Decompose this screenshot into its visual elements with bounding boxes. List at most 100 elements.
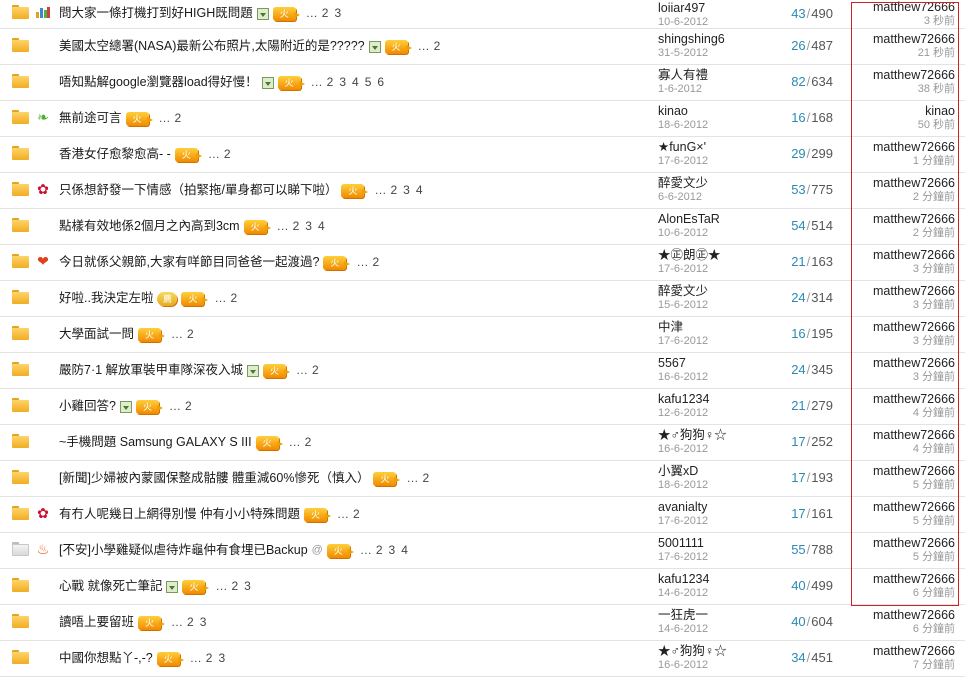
page-link[interactable]: 2 xyxy=(312,363,319,377)
page-link[interactable]: 2 xyxy=(376,543,383,557)
page-link[interactable]: 2 xyxy=(175,111,182,125)
last-post-time[interactable]: 2 分鐘前 xyxy=(845,190,955,204)
page-link[interactable]: 2 xyxy=(434,39,441,53)
author-name[interactable]: 寡人有禮 xyxy=(658,68,708,82)
author-name[interactable]: 醉愛文少 xyxy=(658,176,708,190)
thread-title-link[interactable]: 美國太空總署(NASA)最新公布照片,太陽附近的是????? xyxy=(59,39,365,53)
last-post-time[interactable]: 3 分鐘前 xyxy=(845,334,955,348)
author-name[interactable]: 醉愛文少 xyxy=(658,284,708,298)
last-post-time[interactable]: 5 分鐘前 xyxy=(845,478,955,492)
author-name[interactable]: loiiar497 xyxy=(658,1,708,15)
thread-title-link[interactable]: 讀唔上要留班 xyxy=(59,615,134,629)
last-post-time[interactable]: 3 分鐘前 xyxy=(845,298,955,312)
page-link[interactable]: 3 xyxy=(244,579,251,593)
thread-title-link[interactable]: 點樣有效地係2個月之內高到3cm xyxy=(59,219,240,233)
page-link[interactable]: 2 xyxy=(230,291,237,305)
last-post-time[interactable]: 21 秒前 xyxy=(845,46,955,60)
last-post-time[interactable]: 6 分鐘前 xyxy=(845,622,955,636)
page-link[interactable]: 4 xyxy=(352,75,359,89)
page-link[interactable]: 2 xyxy=(187,615,194,629)
last-poster-name[interactable]: matthew72666 xyxy=(845,0,955,14)
thread-title-link[interactable]: 好啦..我決定左啦 xyxy=(59,291,153,305)
page-link[interactable]: 2 xyxy=(293,219,300,233)
last-post-time[interactable]: 3 分鐘前 xyxy=(845,370,955,384)
last-post-time[interactable]: 1 分鐘前 xyxy=(845,154,955,168)
page-link[interactable]: 4 xyxy=(416,183,423,197)
page-link[interactable]: 2 xyxy=(206,651,213,665)
thread-title-link[interactable]: 有冇人呢幾日上網得別慢 仲有小小特殊問題 xyxy=(59,507,300,521)
last-post-time[interactable]: 3 分鐘前 xyxy=(845,262,955,276)
thread-title-link[interactable]: 今日就係父親節,大家有咩節目同爸爸一起渡過? xyxy=(59,255,319,269)
last-poster-name[interactable]: matthew72666 xyxy=(845,428,955,442)
page-link[interactable]: 2 xyxy=(353,507,360,521)
page-link[interactable]: 2 xyxy=(422,471,429,485)
last-poster-name[interactable]: matthew72666 xyxy=(845,284,955,298)
author-name[interactable]: kafu1234 xyxy=(658,392,709,406)
author-name[interactable]: 一狂虎一 xyxy=(658,608,708,622)
last-post-time[interactable]: 7 分鐘前 xyxy=(845,658,955,672)
last-poster-name[interactable]: matthew72666 xyxy=(845,356,955,370)
last-poster-name[interactable]: matthew72666 xyxy=(845,68,955,82)
last-poster-name[interactable]: matthew72666 xyxy=(845,176,955,190)
page-link[interactable]: 2 xyxy=(185,399,192,413)
thread-title-link[interactable]: 大學面試一問 xyxy=(59,327,134,341)
last-poster-name[interactable]: matthew72666 xyxy=(845,32,955,46)
author-name[interactable]: ★♂狗狗♀☆ xyxy=(658,428,727,442)
author-name[interactable]: ★♂狗狗♀☆ xyxy=(658,644,727,658)
last-post-time[interactable]: 2 分鐘前 xyxy=(845,226,955,240)
page-link[interactable]: 3 xyxy=(200,615,207,629)
author-name[interactable]: 5001111 xyxy=(658,536,708,550)
author-name[interactable]: 中津 xyxy=(658,320,708,334)
thread-title-link[interactable]: 無前途可言 xyxy=(59,111,122,125)
author-name[interactable]: shingshing6 xyxy=(658,32,725,46)
last-post-time[interactable]: 6 分鐘前 xyxy=(845,586,955,600)
page-link[interactable]: 2 xyxy=(305,435,312,449)
thread-title-link[interactable]: ~手機問題 Samsung GALAXY S III xyxy=(59,435,252,449)
last-post-time[interactable]: 4 分鐘前 xyxy=(845,406,955,420)
last-poster-name[interactable]: matthew72666 xyxy=(845,572,955,586)
last-poster-name[interactable]: matthew72666 xyxy=(845,140,955,154)
last-poster-name[interactable]: kinao xyxy=(845,104,955,118)
page-link[interactable]: 2 xyxy=(224,147,231,161)
page-link[interactable]: 6 xyxy=(377,75,384,89)
author-name[interactable]: avanialty xyxy=(658,500,708,514)
page-link[interactable]: 3 xyxy=(305,219,312,233)
author-name[interactable]: 5567 xyxy=(658,356,708,370)
author-name[interactable]: kafu1234 xyxy=(658,572,709,586)
last-poster-name[interactable]: matthew72666 xyxy=(845,464,955,478)
thread-title-link[interactable]: [新聞]少婦被內蒙國保整成骷髏 體重減60%慘死（慎入） xyxy=(59,471,369,485)
last-post-time[interactable]: 50 秒前 xyxy=(845,118,955,132)
page-link[interactable]: 3 xyxy=(334,6,341,20)
thread-title-link[interactable]: 心戰 就像死亡筆記 xyxy=(59,579,162,593)
page-link[interactable]: 3 xyxy=(339,75,346,89)
last-post-time[interactable]: 3 秒前 xyxy=(845,14,955,28)
thread-title-link[interactable]: 問大家一條打機打到好HIGH既問題 xyxy=(59,6,253,20)
author-name[interactable]: ★㊣朗㊣★ xyxy=(658,248,721,262)
last-post-time[interactable]: 5 分鐘前 xyxy=(845,514,955,528)
page-link[interactable]: 2 xyxy=(390,183,397,197)
last-poster-name[interactable]: matthew72666 xyxy=(845,608,955,622)
last-post-time[interactable]: 5 分鐘前 xyxy=(845,550,955,564)
page-link[interactable]: 2 xyxy=(372,255,379,269)
thread-title-link[interactable]: 中國你想點丫-,-? xyxy=(59,651,153,665)
page-link[interactable]: 2 xyxy=(327,75,334,89)
last-poster-name[interactable]: matthew72666 xyxy=(845,536,955,550)
thread-title-link[interactable]: 小雞回答? xyxy=(59,399,116,413)
page-link[interactable]: 4 xyxy=(318,219,325,233)
thread-title-link[interactable]: [不安]小學雞疑似虐待炸龜仲有食埋已Backup xyxy=(59,543,308,557)
last-poster-name[interactable]: matthew72666 xyxy=(845,500,955,514)
author-name[interactable]: 小翼xD xyxy=(658,464,708,478)
page-link[interactable]: 3 xyxy=(389,543,396,557)
last-post-time[interactable]: 38 秒前 xyxy=(845,82,955,96)
author-name[interactable]: AlonEsTaR xyxy=(658,212,720,226)
thread-title-link[interactable]: 香港女仔愈黎愈高- - xyxy=(59,147,171,161)
thread-title-link[interactable]: 嚴防7·1 解放軍裝甲車隊深夜入城 xyxy=(59,363,243,377)
page-link[interactable]: 3 xyxy=(403,183,410,197)
thread-title-link[interactable]: 唔知點解google瀏覽器load得好慢！ xyxy=(59,75,258,89)
page-link[interactable]: 2 xyxy=(322,6,329,20)
author-name[interactable]: ★funG×' xyxy=(658,140,708,154)
page-link[interactable]: 2 xyxy=(231,579,238,593)
last-poster-name[interactable]: matthew72666 xyxy=(845,212,955,226)
author-name[interactable]: kinao xyxy=(658,104,708,118)
page-link[interactable]: 5 xyxy=(365,75,372,89)
